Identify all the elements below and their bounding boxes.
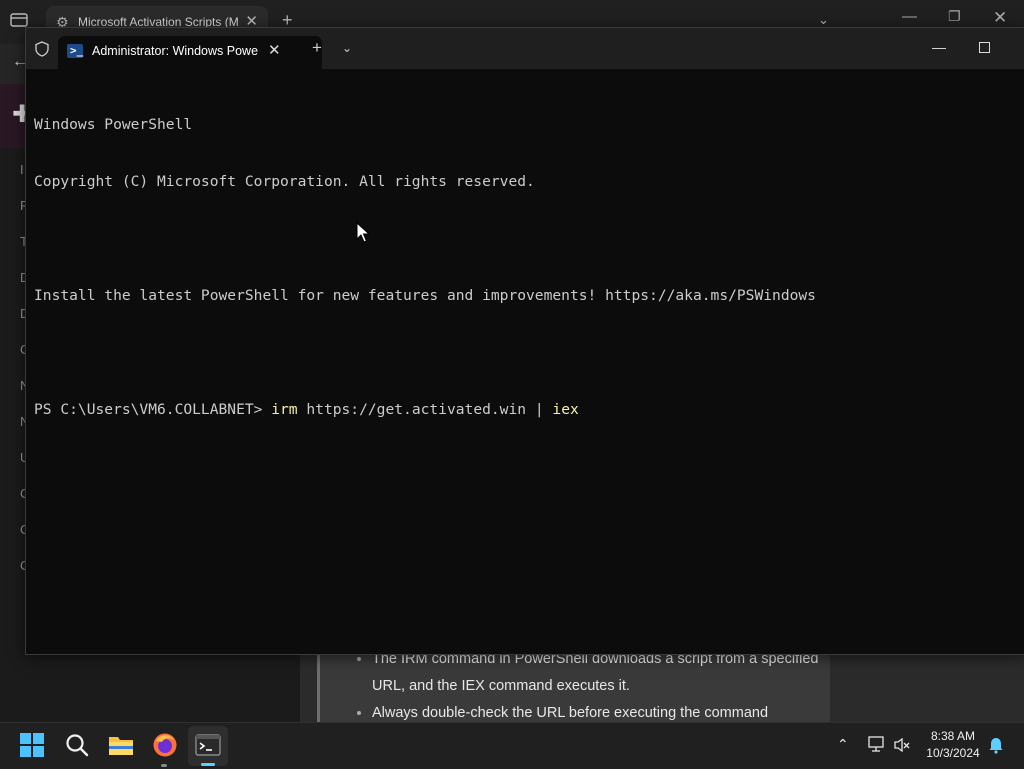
- command-irm: irm: [271, 401, 298, 418]
- shield-icon: [35, 41, 49, 57]
- network-icon[interactable]: [866, 735, 886, 753]
- new-tab-button[interactable]: +: [312, 38, 322, 58]
- terminal-output[interactable]: Windows PowerShell Copyright (C) Microso…: [34, 77, 1014, 457]
- powershell-icon: >_: [67, 44, 83, 58]
- terminal-window: >_ Administrator: Windows Powe ✕ + ⌄ — W…: [25, 27, 1024, 655]
- minimize-icon[interactable]: —: [902, 8, 917, 25]
- restore-icon[interactable]: ❐: [948, 8, 961, 25]
- maximize-icon[interactable]: [979, 42, 990, 53]
- tab-list-icon[interactable]: [10, 12, 28, 28]
- file-explorer-icon[interactable]: [108, 732, 134, 758]
- article-bullet-list: The IRM command in PowerShell downloads …: [320, 646, 832, 727]
- terminal-tab[interactable]: >_ Administrator: Windows Powe ✕: [58, 36, 322, 69]
- terminal-line: Install the latest PowerShell for new fe…: [34, 287, 816, 304]
- mouse-pointer-icon: [356, 222, 370, 243]
- minimize-icon[interactable]: —: [932, 39, 946, 55]
- command-argument: https://get.activated.win |: [297, 401, 553, 418]
- terminal-icon[interactable]: [195, 732, 221, 758]
- chevron-down-icon[interactable]: ⌄: [342, 41, 352, 55]
- close-tab-icon[interactable]: ✕: [268, 41, 281, 59]
- taskbar: ⌃ 8:38 AM 10/3/2024: [0, 722, 1024, 769]
- start-icon[interactable]: [19, 732, 45, 758]
- terminal-line: Windows PowerShell: [34, 116, 193, 133]
- notification-bell-icon[interactable]: [988, 736, 1004, 754]
- sidebar-item[interactable]: I: [20, 162, 24, 177]
- chevron-up-icon[interactable]: ⌃: [837, 736, 849, 753]
- chevron-down-icon[interactable]: ⌄: [818, 12, 829, 28]
- search-icon[interactable]: [64, 732, 90, 758]
- clock-date: 10/3/2024: [926, 746, 980, 760]
- article-callout: The IRM command in PowerShell downloads …: [317, 648, 830, 722]
- terminal-tab-title: Administrator: Windows Powe: [92, 44, 258, 58]
- clock-time: 8:38 AM: [930, 729, 976, 743]
- terminal-title-bar: >_ Administrator: Windows Powe ✕ + ⌄ —: [26, 28, 1024, 69]
- prompt: PS C:\Users\VM6.COLLABNET>: [34, 401, 272, 418]
- running-indicator: [161, 764, 167, 767]
- system-clock[interactable]: 8:38 AM 10/3/2024: [920, 728, 986, 762]
- prompt-line[interactable]: PS C:\Users\VM6.COLLABNET> irm https://g…: [34, 400, 1014, 419]
- close-icon[interactable]: ✕: [993, 8, 1007, 28]
- volume-muted-icon[interactable]: [893, 736, 911, 754]
- active-indicator: [201, 763, 215, 766]
- command-iex: iex: [552, 401, 579, 418]
- terminal-line: Copyright (C) Microsoft Corporation. All…: [34, 173, 535, 190]
- firefox-icon[interactable]: [152, 732, 178, 758]
